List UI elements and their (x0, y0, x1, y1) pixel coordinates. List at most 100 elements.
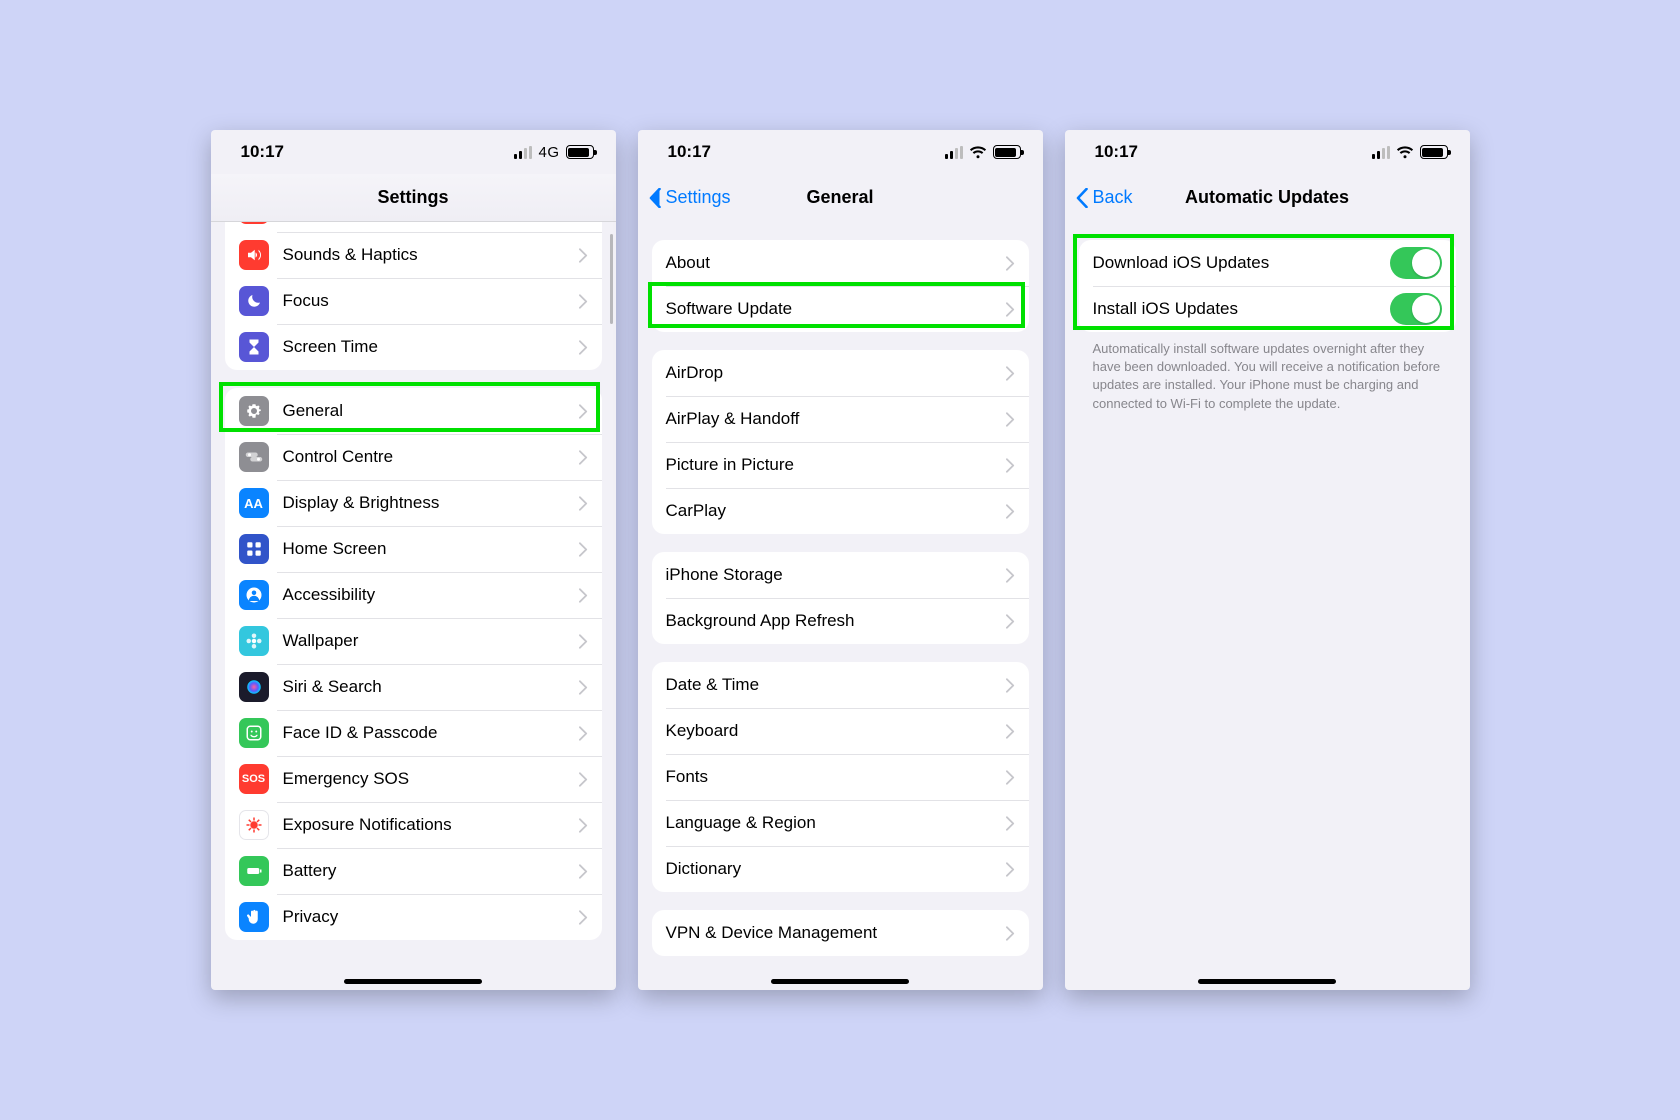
list-row-screen-time[interactable]: Screen Time (225, 324, 602, 370)
chevron-right-icon (579, 772, 588, 787)
list-row-fonts[interactable]: Fonts (652, 754, 1029, 800)
chevron-right-icon (579, 726, 588, 741)
list-row-battery[interactable]: Battery (225, 848, 602, 894)
person-icon (239, 580, 269, 610)
list-row-notifications[interactable]: Notifications (225, 222, 602, 232)
moon-icon (239, 286, 269, 316)
chevron-right-icon (579, 496, 588, 511)
list-row-dictionary[interactable]: Dictionary (652, 846, 1029, 892)
back-label: Back (1093, 187, 1133, 208)
switches-icon (239, 442, 269, 472)
screen-automatic-updates: 10:17 Back Automatic Updates Download iO… (1065, 130, 1470, 990)
list-row-face-id-passcode[interactable]: Face ID & Passcode (225, 710, 602, 756)
siri-icon (239, 672, 269, 702)
sos-icon: SOS (239, 764, 269, 794)
list-row-iphone-storage[interactable]: iPhone Storage (652, 552, 1029, 598)
general-group-airdrop: AirDrop AirPlay & Handoff Picture in Pictu… (652, 350, 1029, 534)
list-row-airdrop[interactable]: AirDrop (652, 350, 1029, 396)
chevron-right-icon (579, 864, 588, 879)
toggle-switch[interactable] (1390, 247, 1442, 279)
row-label: Language & Region (666, 813, 1006, 833)
chevron-right-icon (1006, 568, 1015, 583)
hourglass-icon (239, 332, 269, 362)
battery-icon (993, 145, 1021, 159)
status-right: 4G (514, 144, 593, 161)
nav-bar: Settings General (638, 174, 1043, 222)
nav-bar: Settings (211, 174, 616, 222)
page-title: Settings (377, 187, 448, 208)
list-row-carplay[interactable]: CarPlay (652, 488, 1029, 534)
general-group-datetime: Date & Time Keyboard Fonts Language & Regio… (652, 662, 1029, 892)
chevron-right-icon (1006, 504, 1015, 519)
row-label: Keyboard (666, 721, 1006, 741)
row-label: Exposure Notifications (283, 815, 579, 835)
screen-settings: 10:17 4G Settings Notifications Sounds & … (211, 130, 616, 990)
battery-icon (239, 856, 269, 886)
list-row-exposure-notifications[interactable]: Exposure Notifications (225, 802, 602, 848)
wifi-icon (969, 145, 987, 159)
list-row-focus[interactable]: Focus (225, 278, 602, 324)
aa-icon: AA (239, 488, 269, 518)
chevron-right-icon (579, 450, 588, 465)
status-time: 10:17 (668, 142, 711, 162)
chevron-right-icon (579, 818, 588, 833)
list-row-vpn[interactable]: VPN & Device Management (652, 910, 1029, 956)
list-row-emergency-sos[interactable]: SOS Emergency SOS (225, 756, 602, 802)
list-row-about[interactable]: About (652, 240, 1029, 286)
settings-group-general: General Control Centre AA Display & Brightn… (225, 388, 602, 940)
chevron-right-icon (579, 542, 588, 557)
row-label: Focus (283, 291, 579, 311)
chevron-right-icon (1006, 816, 1015, 831)
row-label: Software Update (666, 299, 1006, 319)
row-label: Emergency SOS (283, 769, 579, 789)
status-time: 10:17 (241, 142, 284, 162)
list-row-accessibility[interactable]: Accessibility (225, 572, 602, 618)
row-label: General (283, 401, 579, 421)
row-label: VPN & Device Management (666, 923, 1006, 943)
list-row-sounds-haptics[interactable]: Sounds & Haptics (225, 232, 602, 278)
list-row-date-time[interactable]: Date & Time (652, 662, 1029, 708)
row-label: Fonts (666, 767, 1006, 787)
list-row-keyboard[interactable]: Keyboard (652, 708, 1029, 754)
list-row-language-region[interactable]: Language & Region (652, 800, 1029, 846)
home-indicator[interactable] (771, 979, 909, 984)
list-row-control-centre[interactable]: Control Centre (225, 434, 602, 480)
status-time: 10:17 (1095, 142, 1138, 162)
row-label: Screen Time (283, 337, 579, 357)
list-row-home-screen[interactable]: Home Screen (225, 526, 602, 572)
row-label: Wallpaper (283, 631, 579, 651)
wifi-icon (1396, 145, 1414, 159)
toggle-switch[interactable] (1390, 293, 1442, 325)
home-indicator[interactable] (1198, 979, 1336, 984)
row-label: Sounds & Haptics (283, 245, 579, 265)
home-indicator[interactable] (344, 979, 482, 984)
page-title: Automatic Updates (1185, 187, 1349, 208)
row-label: Control Centre (283, 447, 579, 467)
chevron-right-icon (579, 340, 588, 355)
chevron-right-icon (1006, 412, 1015, 427)
page-title: General (806, 187, 873, 208)
row-label: AirDrop (666, 363, 1006, 383)
list-row-software-update[interactable]: Software Update (652, 286, 1029, 332)
list-row-airplay-handoff[interactable]: AirPlay & Handoff (652, 396, 1029, 442)
list-row-picture-in-picture[interactable]: Picture in Picture (652, 442, 1029, 488)
list-row-siri-search[interactable]: Siri & Search (225, 664, 602, 710)
list-row-display-brightness[interactable]: AA Display & Brightness (225, 480, 602, 526)
row-label: Accessibility (283, 585, 579, 605)
row-label: AirPlay & Handoff (666, 409, 1006, 429)
list-row-general[interactable]: General (225, 388, 602, 434)
scrollbar[interactable] (610, 234, 613, 324)
row-label: Display & Brightness (283, 493, 579, 513)
automatic-updates-group: Download iOS UpdatesInstall iOS Updates (1079, 240, 1456, 332)
status-right (945, 145, 1021, 159)
list-row-background-app-refresh[interactable]: Background App Refresh (652, 598, 1029, 644)
speaker-icon (239, 240, 269, 270)
list-row-privacy[interactable]: Privacy (225, 894, 602, 940)
chevron-right-icon (1006, 614, 1015, 629)
back-button[interactable]: Back (1075, 187, 1133, 208)
bell-icon (239, 222, 269, 224)
row-label: iPhone Storage (666, 565, 1006, 585)
list-row-wallpaper[interactable]: Wallpaper (225, 618, 602, 664)
back-button[interactable]: Settings (648, 187, 731, 208)
row-label: Home Screen (283, 539, 579, 559)
